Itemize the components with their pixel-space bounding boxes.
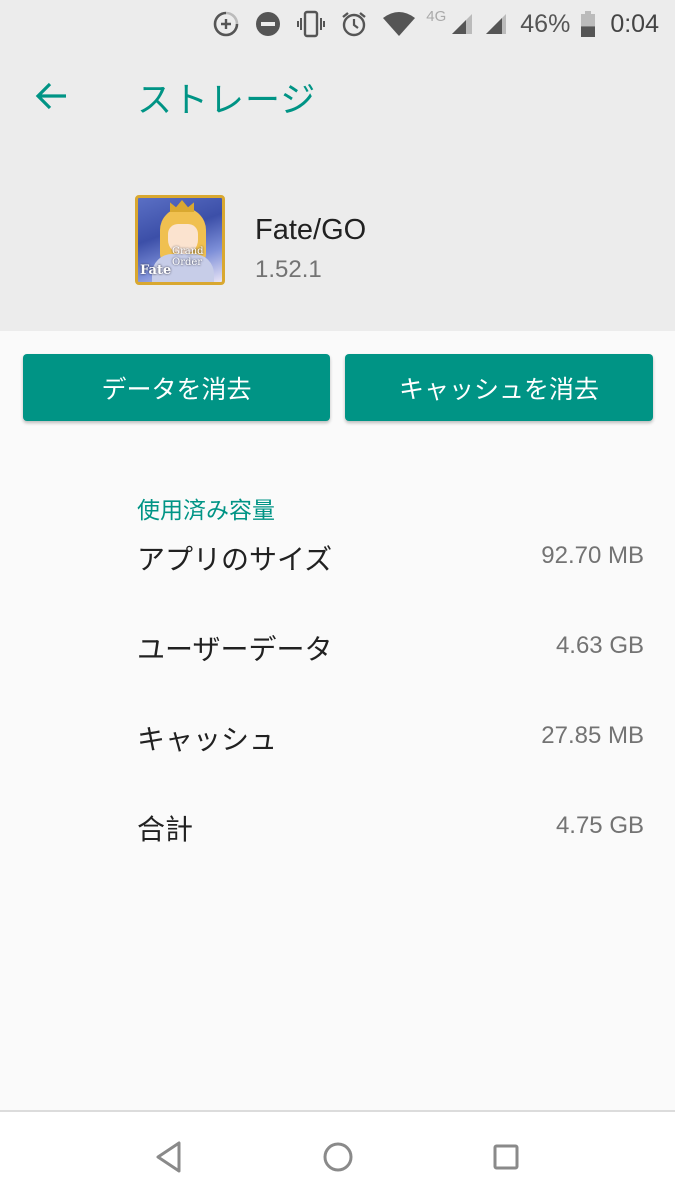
back-triangle-icon xyxy=(155,1140,183,1178)
signal-icon xyxy=(450,9,474,39)
clear-data-button[interactable]: データを消去 xyxy=(23,354,330,421)
page-title: ストレージ xyxy=(137,81,317,121)
storage-row-value: 92.70 MB xyxy=(541,542,644,569)
battery-icon xyxy=(580,9,596,39)
back-button[interactable] xyxy=(30,76,74,120)
system-nav-bar xyxy=(0,1110,675,1200)
recents-square-icon xyxy=(492,1143,520,1175)
network-type-label: 4G xyxy=(426,8,447,25)
app-name: Fate/GO xyxy=(255,214,367,246)
nav-back-button[interactable] xyxy=(144,1134,194,1184)
data-saver-icon xyxy=(212,9,240,39)
battery-percent: 46% xyxy=(520,9,571,38)
storage-row-cache: キャッシュ 27.85 MB xyxy=(0,708,675,768)
home-circle-icon xyxy=(322,1141,354,1177)
app-icon: Fate Grand Order xyxy=(135,195,225,285)
section-title-used-storage: 使用済み容量 xyxy=(137,498,275,524)
clock: 0:04 xyxy=(610,9,659,38)
nav-recents-button[interactable] xyxy=(481,1134,531,1184)
wifi-icon xyxy=(382,9,416,39)
storage-row-label: 合計 xyxy=(137,813,194,846)
storage-row-label: ユーザーデータ xyxy=(137,633,333,666)
storage-row-value: 4.75 GB xyxy=(555,812,644,839)
app-icon-logo: Fate xyxy=(140,263,172,278)
alarm-icon xyxy=(340,9,368,39)
storage-row-label: アプリのサイズ xyxy=(137,543,333,576)
storage-row-total: 合計 4.75 GB xyxy=(0,798,675,858)
storage-row-value: 4.63 GB xyxy=(555,632,644,659)
vibrate-icon xyxy=(296,9,326,39)
do-not-disturb-icon xyxy=(254,9,282,39)
storage-row-user-data: ユーザーデータ 4.63 GB xyxy=(0,618,675,678)
storage-row-label: キャッシュ xyxy=(137,723,278,756)
app-header: ストレージ Fate Grand Order Fate/GO 1.52.1 xyxy=(0,48,675,331)
storage-row-app-size: アプリのサイズ 92.70 MB xyxy=(0,528,675,588)
clear-cache-button[interactable]: キャッシュを消去 xyxy=(345,354,653,421)
signal-icon xyxy=(484,9,508,39)
nav-home-button[interactable] xyxy=(313,1134,363,1184)
storage-row-value: 27.85 MB xyxy=(541,722,644,749)
arrow-back-icon xyxy=(35,81,69,115)
app-icon-logo-sub: Grand Order xyxy=(172,246,204,268)
app-version: 1.52.1 xyxy=(255,256,322,283)
status-bar: 4G 46% 0:04 xyxy=(0,0,675,48)
